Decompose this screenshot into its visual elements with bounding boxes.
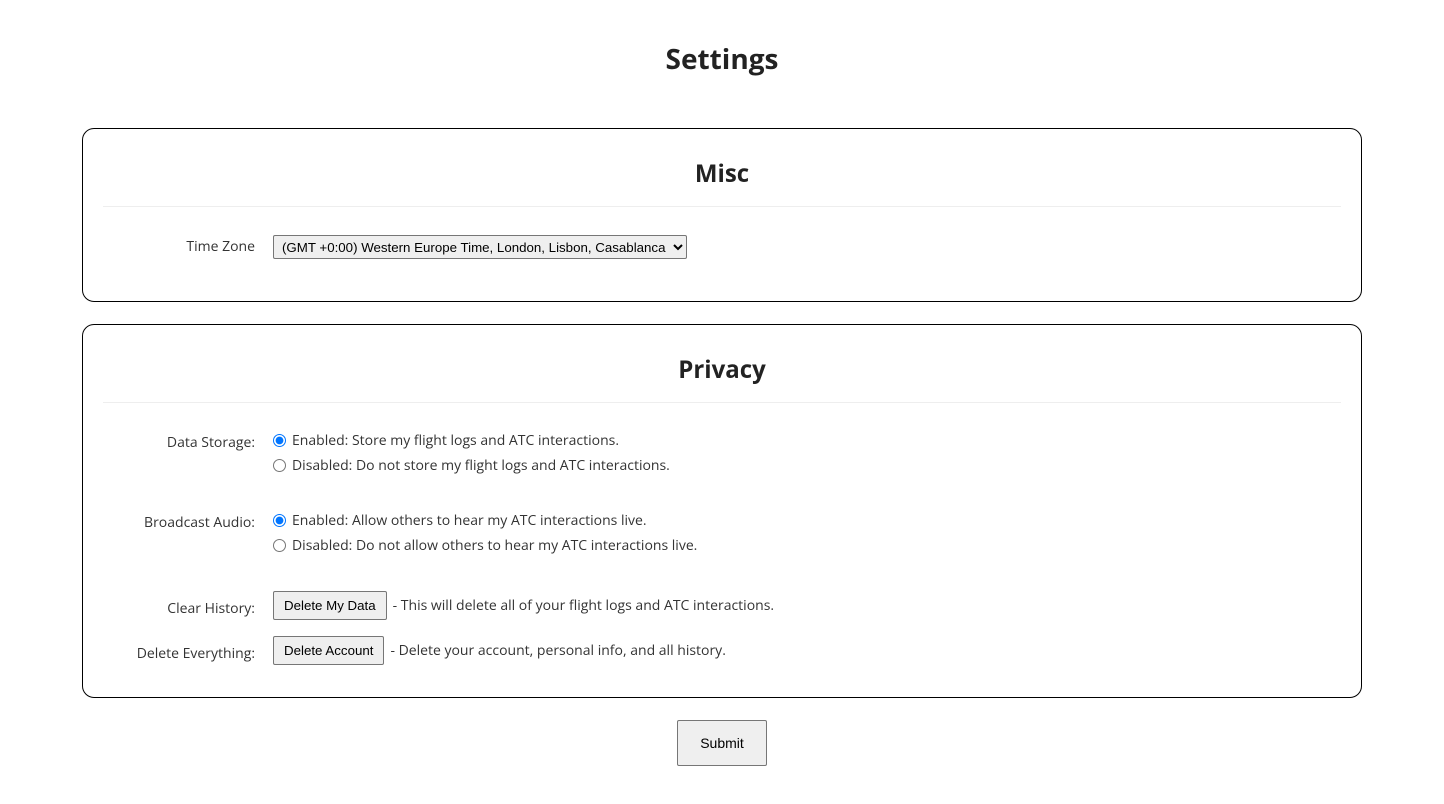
clear-history-label: Clear History: (103, 591, 273, 618)
timezone-label: Time Zone (103, 235, 273, 256)
broadcast-audio-disabled-label[interactable]: Disabled: Do not allow others to hear my… (292, 536, 697, 555)
timezone-select[interactable]: (GMT +0:00) Western Europe Time, London,… (273, 235, 687, 259)
delete-everything-label: Delete Everything: (103, 636, 273, 663)
submit-button[interactable]: Submit (677, 720, 767, 766)
data-storage-disabled-radio[interactable] (273, 459, 286, 472)
delete-account-button[interactable]: Delete Account (273, 636, 384, 665)
page-title: Settings (82, 40, 1362, 78)
data-storage-enabled-label[interactable]: Enabled: Store my flight logs and ATC in… (292, 431, 619, 450)
privacy-panel: Privacy Data Storage: Enabled: Store my … (82, 324, 1362, 698)
broadcast-audio-label: Broadcast Audio: (103, 511, 273, 532)
clear-history-desc: - This will delete all of your flight lo… (393, 596, 774, 615)
delete-everything-desc: - Delete your account, personal info, an… (390, 641, 725, 660)
divider (103, 402, 1341, 403)
broadcast-audio-enabled-label[interactable]: Enabled: Allow others to hear my ATC int… (292, 511, 647, 530)
misc-heading: Misc (103, 157, 1341, 190)
divider (103, 206, 1341, 207)
data-storage-enabled-radio[interactable] (273, 434, 286, 447)
broadcast-audio-disabled-radio[interactable] (273, 539, 286, 552)
delete-my-data-button[interactable]: Delete My Data (273, 591, 387, 620)
misc-panel: Misc Time Zone (GMT +0:00) Western Europ… (82, 128, 1362, 302)
data-storage-disabled-label[interactable]: Disabled: Do not store my flight logs an… (292, 456, 670, 475)
data-storage-label: Data Storage: (103, 431, 273, 452)
privacy-heading: Privacy (103, 353, 1341, 386)
broadcast-audio-enabled-radio[interactable] (273, 514, 286, 527)
